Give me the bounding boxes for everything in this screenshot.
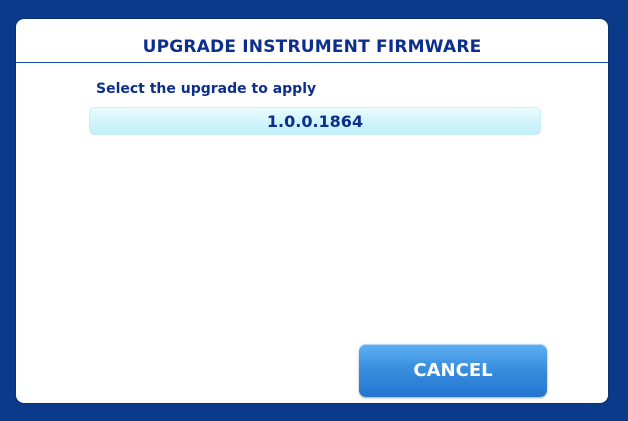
firmware-upgrade-dialog: UPGRADE INSTRUMENT FIRMWARE Select the u… [16,19,608,403]
cancel-button-label: CANCEL [413,360,493,381]
upgrade-prompt-label: Select the upgrade to apply [96,81,317,97]
cancel-button[interactable]: CANCEL [359,344,547,397]
upgrade-option-item[interactable]: 1.0.0.1864 [89,107,541,135]
upgrade-option-label: 1.0.0.1864 [266,111,364,131]
dialog-title: UPGRADE INSTRUMENT FIRMWARE [142,37,482,57]
title-divider [16,62,608,63]
